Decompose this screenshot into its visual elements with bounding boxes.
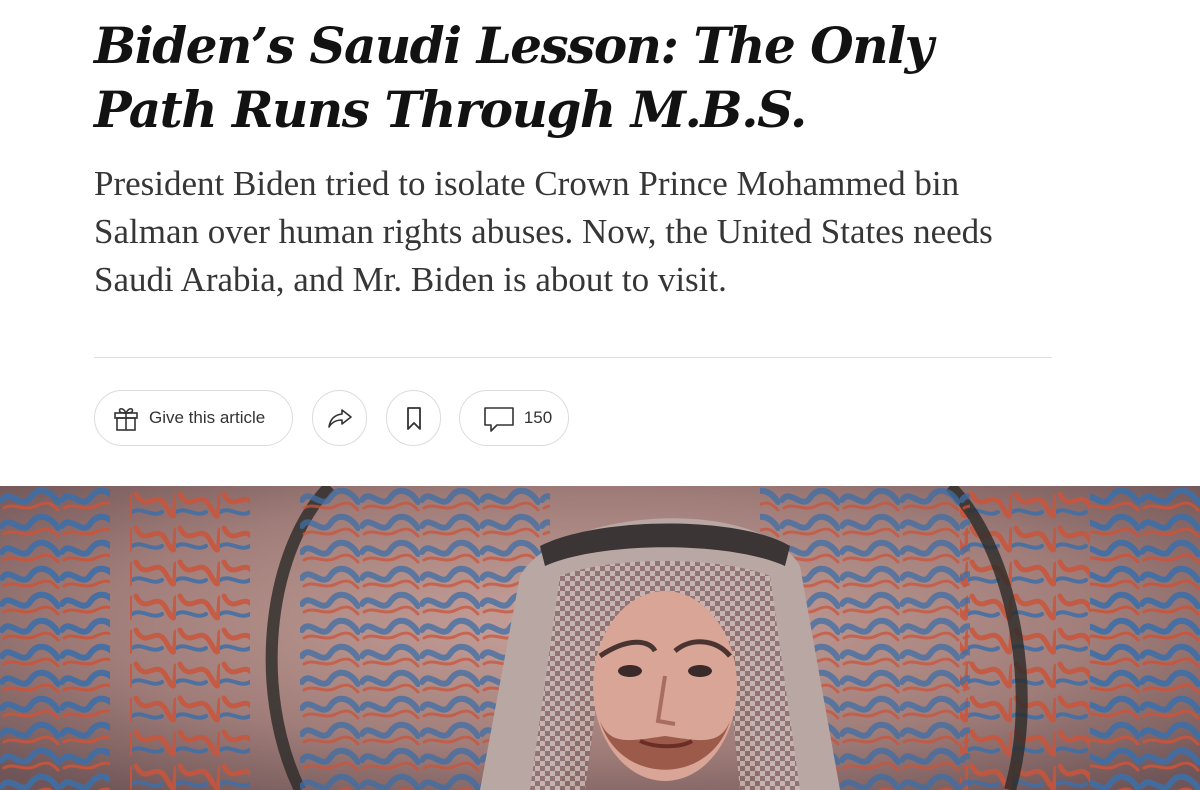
- give-article-button[interactable]: Give this article: [94, 390, 293, 446]
- article-toolbar: Give this article 150: [94, 390, 569, 446]
- save-button[interactable]: [386, 390, 441, 446]
- divider: [94, 357, 1052, 358]
- gift-icon: [111, 403, 141, 433]
- hero-mural-illustration: [0, 486, 1200, 790]
- share-arrow-icon: [325, 403, 355, 433]
- comment-count: 150: [523, 408, 553, 427]
- comment-bubble-icon: [482, 403, 516, 433]
- headline: Biden’s Saudi Lesson: The Only Path Runs…: [94, 16, 934, 139]
- comments-button[interactable]: 150: [459, 390, 569, 446]
- article-header: Biden’s Saudi Lesson: The Only Path Runs…: [94, 0, 1052, 304]
- article-summary: President Biden tried to isolate Crown P…: [94, 164, 993, 299]
- bookmark-icon: [399, 403, 429, 433]
- give-article-label: Give this article: [149, 408, 266, 427]
- hero-image: [0, 486, 1200, 790]
- share-button[interactable]: [312, 390, 367, 446]
